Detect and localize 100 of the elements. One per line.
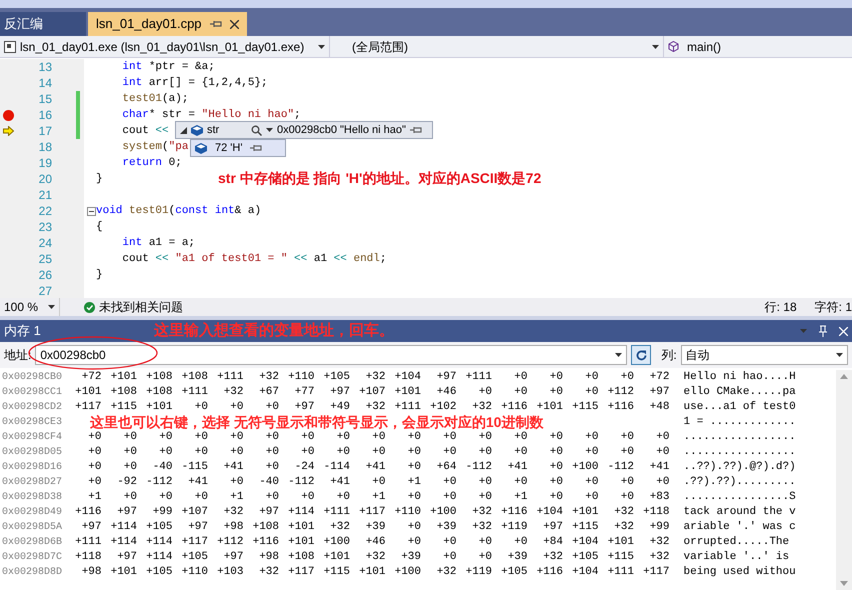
line-number: 16 [38, 107, 52, 124]
memory-value: +111 [322, 505, 350, 520]
memory-value: +104 [571, 535, 598, 550]
memory-value: -115 [180, 460, 208, 475]
memory-value: +32 [648, 535, 670, 550]
line-number: 17 [38, 123, 52, 140]
memory-value: +0 [371, 445, 386, 460]
memory-value: +101 [145, 400, 172, 415]
memory-value: +105 [571, 550, 598, 565]
pin-icon[interactable] [250, 144, 262, 152]
memory-value: +115 [606, 550, 634, 565]
editor-tab[interactable]: lsn_01_day01.cpp [88, 12, 247, 36]
memory-value: +98 [222, 520, 244, 535]
memory-address: 0x00298D7C [1, 551, 64, 565]
memory-value: +0 [442, 430, 456, 445]
memory-value: +0 [442, 475, 456, 490]
address-field[interactable]: 0x00298cb0 [35, 345, 628, 365]
variable-icon [195, 142, 207, 154]
memory-value: +0 [194, 400, 208, 415]
memory-value: +116 [500, 400, 528, 415]
memory-text: .??).??)......... [682, 475, 796, 490]
memory-value: -112 [287, 475, 314, 490]
memory-value: +105 [145, 565, 172, 580]
memory-value: +1 [371, 490, 386, 505]
memory-value: +118 [642, 505, 670, 520]
line-number: 19 [38, 155, 52, 172]
memory-value: +0 [371, 475, 386, 490]
pin-icon[interactable] [210, 20, 222, 28]
memory-value: +0 [548, 370, 563, 385]
memory-value: +97 [294, 400, 314, 415]
memory-value: +0 [122, 445, 137, 460]
memory-value: +101 [358, 565, 386, 580]
memory-value: +101 [322, 550, 350, 565]
refresh-button[interactable] [631, 345, 652, 365]
pin-icon[interactable] [410, 126, 422, 134]
memory-value: +64 [436, 460, 456, 475]
code-line: return 0; [121, 156, 182, 171]
code-line: } [96, 172, 103, 187]
issues-status: 未找到相关问题 [99, 299, 183, 316]
code-line: int a1 = a; [121, 236, 196, 251]
datatip-child[interactable]: 72 'H' [190, 139, 286, 157]
columns-dropdown[interactable]: 自动 [680, 345, 848, 365]
annotation: str 中存储的是 指向 'H'的地址。对应的ASCII数是72 [218, 169, 542, 188]
memory-value: +0 [87, 460, 102, 475]
code-line: void test01(const int& a) [96, 204, 262, 219]
line-number: 22 [38, 203, 52, 220]
memory-value: +0 [478, 490, 492, 505]
caret-icon [266, 128, 273, 132]
memory-value: +0 [406, 460, 421, 475]
memory-value: +108 [145, 385, 172, 400]
memory-text: ariable '.' was c [682, 520, 796, 536]
memory-value: +97 [542, 520, 563, 535]
variable-icon [191, 124, 203, 136]
line-number: 14 [38, 75, 52, 92]
memory-value: +0 [300, 490, 314, 505]
breakpoint-icon[interactable] [2, 110, 14, 120]
memory-value: +114 [287, 505, 314, 520]
memory-value: +32 [542, 550, 563, 565]
code-line: } [96, 268, 103, 283]
memory-value: +117 [287, 565, 314, 580]
collapse-icon[interactable] [86, 206, 96, 216]
memory-value: +32 [613, 505, 634, 520]
memory-value: +0 [406, 430, 421, 445]
datatip[interactable]: str 0x00298cb0 "Hello ni hao" [175, 121, 433, 139]
memory-value: -24 [294, 460, 314, 475]
memory-value: +32 [436, 565, 456, 580]
memory-value: +104 [394, 370, 421, 385]
memory-value: +32 [472, 400, 492, 415]
memory-value: +97 [80, 520, 102, 535]
memory-value: -40 [258, 475, 279, 490]
memory-value: +0 [87, 445, 102, 460]
line-number: 23 [38, 219, 52, 236]
memory-value: +32 [329, 520, 350, 535]
memory-value: +0 [442, 550, 456, 565]
memory-value: +0 [513, 445, 528, 460]
check-icon [84, 302, 95, 312]
memory-value: +116 [536, 565, 563, 580]
memory-value: +117 [642, 565, 670, 580]
memory-value: +0 [336, 445, 350, 460]
memory-value: +112 [216, 535, 244, 550]
memory-value: +32 [648, 550, 670, 565]
memory-text: ................. [682, 430, 796, 446]
memory-value: +0 [264, 460, 279, 475]
project-dropdown[interactable]: lsn_01_day01.exe (lsn_01_day01\lsn_01_day01.exe) [0, 36, 330, 57]
expand-arrow-icon[interactable] [180, 126, 187, 134]
memory-value: +0 [158, 490, 172, 505]
memory-value: +105 [145, 520, 172, 535]
editor-tab[interactable]: 反汇编 [0, 12, 86, 36]
scope-dropdown[interactable]: (全局范围) [330, 36, 664, 57]
member-dropdown[interactable]: main() [664, 36, 852, 57]
close-icon[interactable] [230, 20, 239, 28]
memory-value: +46 [436, 385, 456, 400]
caret-icon [48, 305, 55, 309]
memory-value: +100 [571, 460, 598, 475]
memory-value: +1 [87, 490, 102, 505]
search-icon[interactable] [251, 124, 262, 136]
memory-value: +0 [336, 490, 350, 505]
memory-value: +0 [620, 430, 634, 445]
memory-value: +110 [180, 565, 208, 580]
memory-text: orrupted.....The [682, 535, 790, 550]
